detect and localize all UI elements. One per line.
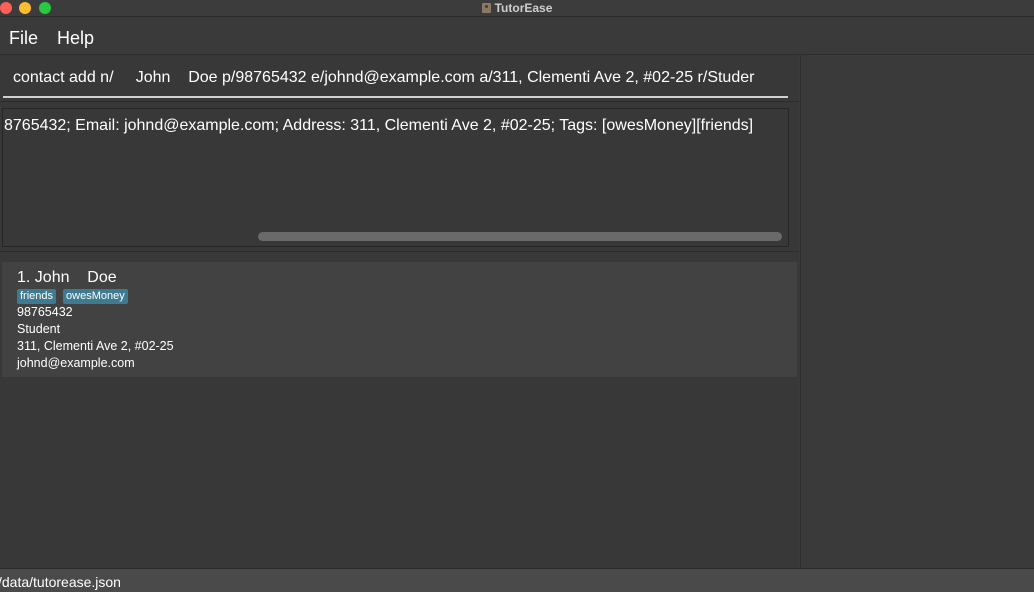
window-title-wrap: TutorEase bbox=[0, 0, 1034, 16]
menu-bar: File Help bbox=[0, 23, 1034, 55]
tag-list: friends owesMoney bbox=[17, 289, 128, 304]
result-text: 8765432; Email: johnd@example.com; Addre… bbox=[4, 117, 754, 134]
side-panel bbox=[800, 55, 1034, 568]
tag-badge: friends bbox=[17, 289, 57, 304]
command-input[interactable]: contact add n/ John Doe p/98765432 e/joh… bbox=[13, 69, 754, 87]
person-email: johnd@example.com bbox=[17, 356, 135, 370]
person-name: 1. John Doe bbox=[17, 269, 117, 286]
save-location-path: /data/tutorease.json bbox=[0, 574, 121, 590]
divider bbox=[0, 101, 799, 102]
main-panel: contact add n/ John Doe p/98765432 e/joh… bbox=[0, 55, 799, 568]
person-role: Student bbox=[17, 322, 61, 336]
menu-file[interactable]: File bbox=[9, 28, 38, 49]
divider bbox=[0, 251, 799, 252]
person-card[interactable]: 1. John Doe friends owesMoney 98765432 S… bbox=[2, 262, 797, 377]
status-bar: /data/tutorease.json bbox=[0, 568, 1034, 592]
window-title: TutorEase bbox=[494, 1, 553, 15]
app-icon bbox=[481, 3, 491, 13]
command-box[interactable]: contact add n/ John Doe p/98765432 e/joh… bbox=[3, 63, 788, 98]
tag-badge: owesMoney bbox=[63, 289, 128, 304]
horizontal-scrollbar[interactable] bbox=[258, 232, 782, 241]
person-phone: 98765432 bbox=[17, 305, 73, 319]
title-bar: TutorEase bbox=[0, 0, 1034, 17]
menu-help[interactable]: Help bbox=[57, 28, 94, 49]
result-display[interactable]: 8765432; Email: johnd@example.com; Addre… bbox=[2, 108, 789, 247]
person-address: 311, Clementi Ave 2, #02-25 bbox=[17, 339, 174, 353]
